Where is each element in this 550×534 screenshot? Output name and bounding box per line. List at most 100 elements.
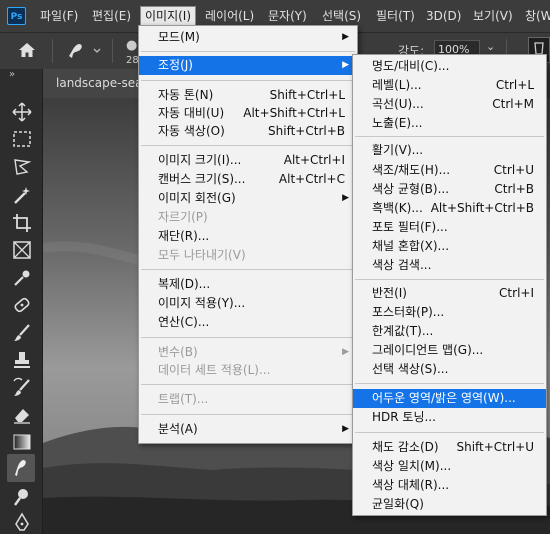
menu-item-label: 선택 색상(S)... <box>372 362 449 376</box>
menu-item-label: 모두 나타내기(V) <box>158 248 246 262</box>
photoshop-logo[interactable]: Ps <box>7 7 26 25</box>
menu-item-image-rotation[interactable]: 이미지 회전(G) ▶ <box>139 189 357 208</box>
menu-item-shortcut: Shift+Ctrl+L <box>269 88 345 102</box>
frame-tool-icon[interactable] <box>11 239 33 261</box>
menu-item-gradient-map[interactable]: 그레이디언트 맵(G)... <box>353 341 546 360</box>
menu-item-exposure[interactable]: 노출(E)... <box>353 114 546 133</box>
menu-file[interactable]: 파일(F) <box>40 7 78 25</box>
menu-item-photo-filter[interactable]: 포토 필터(F)... <box>353 218 546 237</box>
menu-item-label: 색상 대체(R)... <box>372 478 450 492</box>
chevron-down-icon[interactable]: ⌄ <box>486 40 495 53</box>
menu-item-label: 이미지 회전(G) <box>158 191 236 205</box>
menu-item-shortcut: Ctrl+B <box>494 182 534 196</box>
menu-item-shortcut: Shift+Ctrl+B <box>268 124 345 138</box>
lasso-tool-icon[interactable] <box>11 156 33 178</box>
menu-item-calculations[interactable]: 연산(C)... <box>139 313 357 332</box>
menu-item-label: 이미지 크기(I)... <box>158 153 242 167</box>
submenu-arrow-icon: ▶ <box>342 60 349 70</box>
menu-divider <box>355 279 544 280</box>
menu-item-replace-color[interactable]: 색상 대체(R)... <box>353 476 546 495</box>
brush-size-swatch[interactable]: ● <box>126 38 137 53</box>
menu-item-label: 자르기(P) <box>158 210 208 224</box>
menu-item-label: 균일화(Q) <box>372 497 424 511</box>
menu-item-label: 명도/대비(C)... <box>372 59 450 73</box>
menu-3d[interactable]: 3D(D) <box>426 7 461 25</box>
menu-item-brightness-contrast[interactable]: 명도/대비(C)... <box>353 57 546 76</box>
menu-item-trim[interactable]: 재단(R)... <box>139 227 357 246</box>
menu-divider <box>141 51 355 52</box>
menu-item-match-color[interactable]: 색상 일치(M)... <box>353 457 546 476</box>
menu-item-duplicate[interactable]: 복제(D)... <box>139 275 357 294</box>
menu-item-posterize[interactable]: 포스터화(P)... <box>353 303 546 322</box>
brush-tool-icon[interactable] <box>11 322 33 344</box>
menu-divider <box>141 384 355 385</box>
move-tool-icon[interactable] <box>11 101 33 123</box>
menu-item-vibrance[interactable]: 활기(V)... <box>353 141 546 160</box>
submenu-arrow-icon: ▶ <box>342 347 349 357</box>
menu-item-adjustments[interactable]: 조정(J) ▶ <box>139 56 357 75</box>
pen-tool-icon[interactable] <box>11 512 33 534</box>
menu-item-canvas-size[interactable]: 캔버스 크기(S)... Alt+Ctrl+C <box>139 170 357 189</box>
menu-select[interactable]: 선택(S) <box>322 7 361 25</box>
menu-item-label: 그레이디언트 맵(G)... <box>372 343 484 357</box>
menu-item-selective-color[interactable]: 선택 색상(S)... <box>353 360 546 379</box>
document-tab[interactable]: landscape-sea <box>42 69 142 98</box>
menu-item-auto-color[interactable]: 자동 색상(O) Shift+Ctrl+B <box>139 122 357 141</box>
eraser-tool-icon[interactable] <box>11 404 33 426</box>
menu-item-invert[interactable]: 반전(I) Ctrl+I <box>353 284 546 303</box>
menu-divider <box>141 80 355 81</box>
menu-type[interactable]: 문자(Y) <box>268 7 307 25</box>
menu-item-image-size[interactable]: 이미지 크기(I)... Alt+Ctrl+I <box>139 151 357 170</box>
marquee-tool-icon[interactable] <box>11 128 33 150</box>
menu-item-analysis[interactable]: 분석(A) ▶ <box>139 420 357 439</box>
menu-view[interactable]: 보기(V) <box>473 7 513 25</box>
home-icon[interactable] <box>18 42 36 61</box>
menu-item-reveal-all: 모두 나타내기(V) <box>139 246 357 265</box>
dodge-tool-icon[interactable] <box>11 486 33 508</box>
menu-item-label: 데이터 세트 적용(L)... <box>158 363 271 377</box>
menu-item-color-balance[interactable]: 색상 균형(B)... Ctrl+B <box>353 180 546 199</box>
collapse-panel-icon[interactable]: » <box>9 69 15 80</box>
submenu-arrow-icon: ▶ <box>342 32 349 42</box>
menu-item-equalize[interactable]: 균일화(Q) <box>353 495 546 514</box>
brush-preset-icon[interactable] <box>66 41 102 64</box>
menu-item-auto-contrast[interactable]: 자동 대비(U) Alt+Shift+Ctrl+L <box>139 104 357 123</box>
menu-item-label: 모드(M) <box>158 30 200 44</box>
adjustments-submenu: 명도/대비(C)... 레벨(L)... Ctrl+L 곡선(U)... Ctrl+… <box>352 54 547 516</box>
menu-item-shortcut: Ctrl+I <box>499 286 534 300</box>
healing-brush-icon[interactable] <box>11 294 33 316</box>
menu-item-curves[interactable]: 곡선(U)... Ctrl+M <box>353 95 546 114</box>
menu-item-threshold[interactable]: 한계값(T)... <box>353 322 546 341</box>
menu-filter[interactable]: 필터(T) <box>376 7 415 25</box>
smudge-tool-icon[interactable] <box>7 454 35 482</box>
menu-item-shadows-highlights[interactable]: 어두운 영역/밝은 영역(W)... <box>353 389 546 408</box>
menu-item-desaturate[interactable]: 채도 감소(D) Shift+Ctrl+U <box>353 438 546 457</box>
menu-item-mode[interactable]: 모드(M) ▶ <box>139 28 357 47</box>
options-divider <box>52 39 53 63</box>
menu-item-hdr-toning[interactable]: HDR 토닝... <box>353 408 546 427</box>
menu-item-apply-image[interactable]: 이미지 적용(Y)... <box>139 294 357 313</box>
gradient-tool-icon[interactable] <box>11 431 33 453</box>
menu-item-auto-tone[interactable]: 자동 톤(N) Shift+Ctrl+L <box>139 86 357 105</box>
menu-item-shortcut: Ctrl+U <box>493 163 534 177</box>
menu-item-label: 자동 색상(O) <box>158 124 225 138</box>
menu-item-black-white[interactable]: 흑백(K)... Alt+Shift+Ctrl+B <box>353 199 546 218</box>
crop-tool-icon[interactable] <box>11 212 33 234</box>
magic-wand-icon[interactable] <box>11 184 33 206</box>
eyedropper-tool-icon[interactable] <box>11 267 33 289</box>
menu-item-channel-mixer[interactable]: 채널 혼합(X)... <box>353 237 546 256</box>
menu-edit[interactable]: 편집(E) <box>92 7 131 25</box>
menu-window[interactable]: 창(W) <box>525 7 550 25</box>
menu-item-levels[interactable]: 레벨(L)... Ctrl+L <box>353 76 546 95</box>
menu-item-label: 반전(I) <box>372 286 407 300</box>
menu-item-hue-saturation[interactable]: 색조/채도(H)... Ctrl+U <box>353 161 546 180</box>
menu-image[interactable]: 이미지(I) <box>140 6 197 27</box>
menu-item-label: 색조/채도(H)... <box>372 163 451 177</box>
menu-item-shortcut: Ctrl+L <box>495 78 534 92</box>
menu-divider <box>141 269 355 270</box>
history-brush-icon[interactable] <box>11 377 33 399</box>
stamp-tool-icon[interactable] <box>11 349 33 371</box>
menu-item-label: 트랩(T)... <box>158 392 209 406</box>
menu-layer[interactable]: 레이어(L) <box>205 7 254 25</box>
menu-item-color-lookup[interactable]: 색상 검색... <box>353 256 546 275</box>
